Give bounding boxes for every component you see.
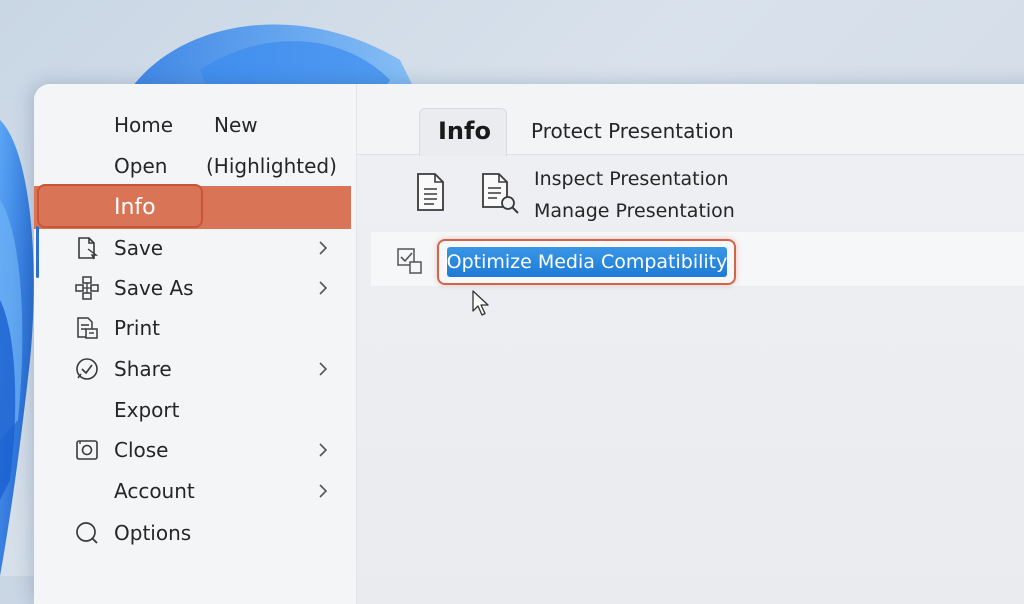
- chevron-right-icon: [319, 362, 328, 376]
- sidebar-item-export-label: Export: [114, 398, 180, 422]
- backstage-sidebar: Home New Open (Highlighted) Info Save Sa…: [34, 84, 357, 604]
- options-icon: [76, 522, 98, 544]
- sidebar-item-home[interactable]: Home: [114, 113, 173, 137]
- save-icon: [78, 237, 99, 260]
- chevron-right-icon: [319, 241, 328, 255]
- sidebar-item-close[interactable]: Close: [34, 431, 356, 469]
- tab-protect-presentation[interactable]: Protect Presentation: [531, 119, 734, 143]
- sidebar-item-share[interactable]: Share: [34, 350, 356, 388]
- sidebar-item-share-label: Share: [114, 357, 172, 381]
- chevron-right-icon: [319, 443, 328, 457]
- sidebar-item-open[interactable]: Open: [114, 154, 167, 178]
- sidebar-item-save-as[interactable]: Save As: [34, 269, 356, 307]
- chevron-right-icon: [319, 281, 328, 295]
- sidebar-item-close-label: Close: [114, 438, 169, 462]
- info-highlight-outline: [37, 184, 203, 228]
- sidebar-item-account[interactable]: Account: [34, 472, 356, 510]
- save-as-icon: [75, 276, 99, 300]
- close-icon: [76, 440, 98, 460]
- highlighted-note: (Highlighted): [206, 154, 337, 178]
- sidebar-item-new[interactable]: New: [214, 113, 258, 137]
- sidebar-item-print-label: Print: [114, 316, 161, 340]
- backstage-window: Home New Open (Highlighted) Info Save Sa…: [34, 84, 1024, 604]
- sidebar-item-save[interactable]: Save: [34, 229, 356, 267]
- chevron-right-icon: [319, 484, 328, 498]
- document-icon[interactable]: [410, 171, 450, 213]
- info-pane: Info Protect Presentation Inspect Presen…: [357, 84, 1024, 604]
- optimize-media-compatibility-button[interactable]: Optimize Media Compatibility: [446, 246, 728, 278]
- print-icon: [77, 317, 98, 339]
- sidebar-item-save-as-label: Save As: [114, 276, 194, 300]
- inspect-document-icon[interactable]: [477, 171, 523, 217]
- tab-info[interactable]: Info: [419, 108, 507, 156]
- sidebar-item-export[interactable]: Export: [34, 391, 356, 429]
- sidebar-item-save-label: Save: [114, 236, 164, 260]
- compatibility-check-icon: [397, 248, 422, 274]
- sidebar-item-options[interactable]: Options: [34, 514, 356, 552]
- sidebar-item-options-label: Options: [114, 521, 192, 545]
- sidebar-item-print[interactable]: Print: [34, 309, 356, 347]
- tab-info-label: Info: [438, 117, 491, 145]
- manage-presentation-label[interactable]: Manage Presentation: [534, 199, 735, 223]
- sidebar-item-account-label: Account: [114, 479, 195, 503]
- share-icon: [76, 358, 98, 380]
- mouse-cursor-icon: [472, 290, 489, 316]
- inspect-presentation-label[interactable]: Inspect Presentation: [534, 167, 729, 191]
- tab-strip: Info Protect Presentation: [357, 84, 1024, 156]
